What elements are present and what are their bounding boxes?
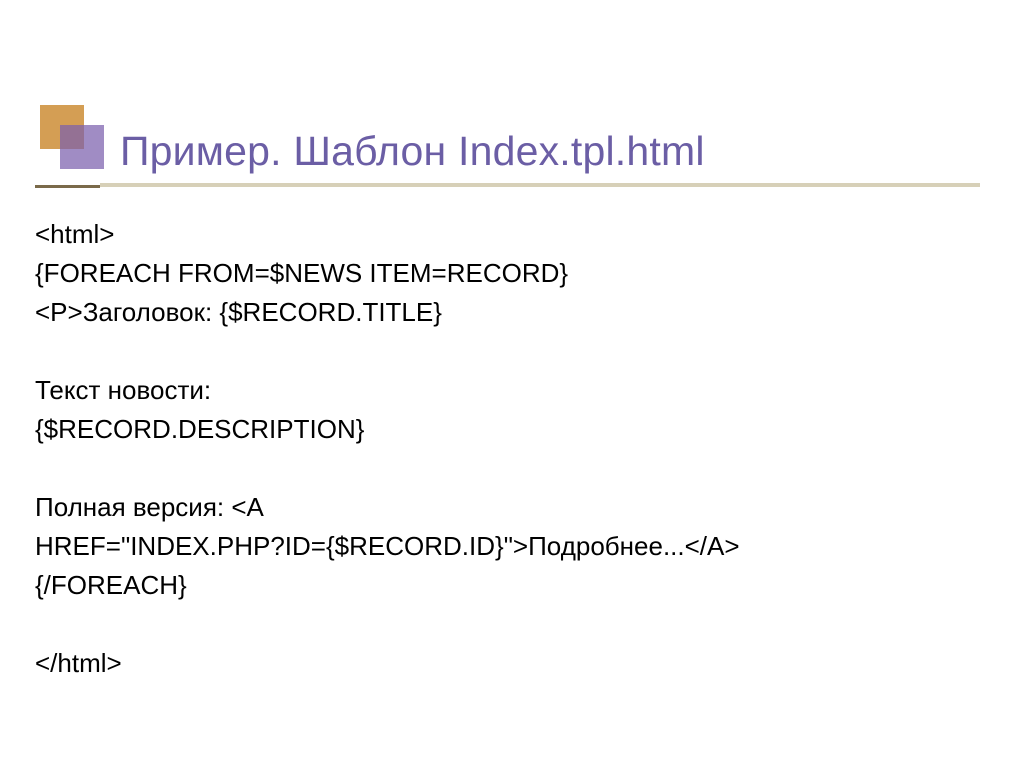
- code-line: <html>: [35, 215, 740, 254]
- code-line: {/FOREACH}: [35, 566, 740, 605]
- slide-title: Пример. Шаблон Index.tpl.html: [120, 128, 705, 175]
- code-line: {FOREACH FROM=$NEWS ITEM=RECORD}: [35, 254, 740, 293]
- code-line: {$RECORD.DESCRIPTION}: [35, 410, 740, 449]
- title-underline-light: [100, 183, 980, 187]
- blank-line: [35, 449, 740, 488]
- purple-square: [60, 125, 104, 169]
- code-line: HREF="INDEX.PHP?ID={$RECORD.ID}">Подробн…: [35, 527, 740, 566]
- code-line: </html>: [35, 644, 740, 683]
- decorative-squares: [40, 105, 110, 175]
- code-content: <html> {FOREACH FROM=$NEWS ITEM=RECORD} …: [35, 215, 740, 683]
- blank-line: [35, 332, 740, 371]
- blank-line: [35, 605, 740, 644]
- code-line: <P>Заголовок: {$RECORD.TITLE}: [35, 293, 740, 332]
- code-line: Полная версия: <A: [35, 488, 740, 527]
- code-line: Текст новости:: [35, 371, 740, 410]
- title-underline-dark: [35, 185, 100, 188]
